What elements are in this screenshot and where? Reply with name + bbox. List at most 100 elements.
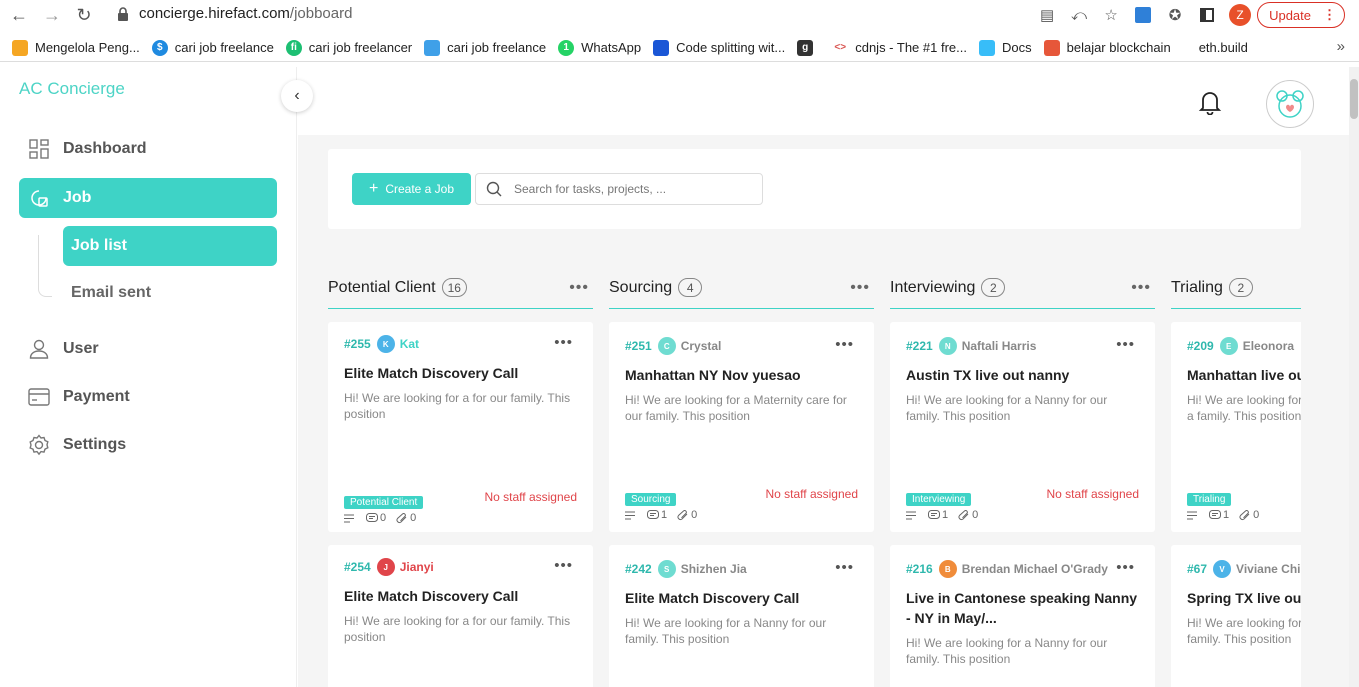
- tailwind-icon: [978, 39, 995, 56]
- more-icon[interactable]: •••: [835, 336, 854, 353]
- sidebar-item-job[interactable]: Job: [19, 178, 277, 218]
- app: AC Concierge Dashboard Job Job list Emai…: [0, 67, 1359, 687]
- sidebar-item-user[interactable]: User: [19, 329, 277, 369]
- bookmark-item[interactable]: 1 WhatsApp: [558, 39, 641, 56]
- url-path: /jobboard: [289, 5, 353, 22]
- search-field[interactable]: [475, 173, 763, 205]
- more-icon[interactable]: •••: [554, 557, 573, 574]
- owner-name: Naftali Harris: [961, 339, 1037, 353]
- profile-avatar[interactable]: Z: [1229, 4, 1252, 26]
- comment-icon: [1209, 509, 1221, 519]
- bookmark-item[interactable]: fi cari job freelancer: [285, 39, 412, 56]
- job-description: Hi! We are looking for a for our family.…: [344, 614, 571, 644]
- status-badge: Sourcing: [625, 493, 677, 506]
- create-job-button[interactable]: + Create a Job: [352, 173, 471, 205]
- whatsapp-icon: 1: [558, 39, 575, 56]
- staff-status: No staff assigned: [484, 490, 577, 504]
- reload-icon[interactable]: ↻: [69, 0, 99, 30]
- owner-avatar: B: [938, 560, 957, 578]
- bookmark-item[interactable]: g: [797, 39, 820, 56]
- side-panel-icon[interactable]: [1191, 8, 1223, 22]
- bookmark-item[interactable]: <> cdnjs - The #1 fre...: [832, 39, 967, 56]
- job-card[interactable]: #221 N Naftali Harris ••• Austin TX live o…: [890, 322, 1155, 532]
- chevron-double-right-icon[interactable]: »: [1337, 38, 1345, 55]
- bell-icon[interactable]: [1198, 89, 1222, 115]
- more-icon[interactable]: •••: [1131, 279, 1151, 297]
- star-icon[interactable]: ☆: [1095, 6, 1127, 24]
- owner-avatar: S: [657, 560, 676, 578]
- bookmark-item[interactable]: Code splitting wit...: [653, 39, 785, 56]
- bookmark-item[interactable]: Mengelola Peng...: [12, 39, 140, 56]
- job-title: Manhattan NY Nov yuesao: [625, 367, 801, 383]
- sidebar-item-email-sent[interactable]: Email sent: [63, 273, 277, 313]
- job-card[interactable]: #216 B Brendan Michael O'Grady ••• Live in…: [890, 545, 1155, 687]
- gear-icon: [28, 434, 50, 456]
- sidebar-item-dashboard[interactable]: Dashboard: [19, 129, 277, 169]
- avatar[interactable]: [1266, 80, 1314, 128]
- back-icon[interactable]: ←: [4, 0, 34, 30]
- column-title: Potential Client: [328, 278, 436, 296]
- sidebar-item-job-list[interactable]: Job list: [63, 226, 277, 266]
- job-icon: [28, 187, 50, 209]
- sidebar-item-label: Dashboard: [63, 140, 147, 157]
- job-description: Hi! We are looking for a Nanny for our f…: [906, 636, 1108, 666]
- bookmark-item[interactable]: $ cari job freelance: [151, 39, 274, 56]
- update-button[interactable]: Update ⋮: [1257, 2, 1345, 28]
- comment-count: 1: [1223, 509, 1230, 521]
- job-card[interactable]: #242 S Shizhen Jia ••• Elite Match Discove…: [609, 545, 874, 687]
- brand-logo[interactable]: AC Concierge: [19, 79, 125, 99]
- comment-icon: [366, 512, 378, 522]
- comment-count: 1: [661, 509, 668, 521]
- bookmark-item[interactable]: belajar blockchain: [1043, 39, 1171, 56]
- sidebar-item-settings[interactable]: Settings: [19, 425, 277, 465]
- search-input[interactable]: [514, 182, 744, 196]
- collapse-sidebar-button[interactable]: ‹: [281, 80, 313, 112]
- description-icon: [625, 511, 637, 520]
- puzzle-icon[interactable]: ✪: [1159, 6, 1191, 24]
- more-icon[interactable]: •••: [554, 334, 573, 351]
- description-icon: [344, 514, 356, 523]
- column-title: Sourcing: [609, 278, 673, 296]
- house-icon: [1043, 39, 1060, 56]
- job-card[interactable]: #251 C Crystal ••• Manhattan NY Nov yuesao…: [609, 322, 874, 532]
- job-card[interactable]: #67 V Viviane Chi Spring TX live out Hi! W…: [1171, 545, 1301, 687]
- owner-name: Shizhen Jia: [680, 562, 747, 576]
- job-card[interactable]: #255 K Kat ••• Elite Match Discovery Call …: [328, 322, 593, 532]
- bookmark-item[interactable]: cari job freelance: [424, 39, 546, 56]
- translate-icon[interactable]: ▤: [1031, 6, 1063, 24]
- job-card[interactable]: #209 E Eleonora Manhattan live out Hi! We …: [1171, 322, 1301, 532]
- attachment-count: 0: [972, 509, 979, 521]
- job-id: #221: [906, 339, 933, 353]
- description-icon: [1187, 511, 1199, 520]
- address-bar[interactable]: concierge.hirefact.com/jobboard: [117, 5, 352, 22]
- forward-icon[interactable]: →: [37, 0, 67, 30]
- job-id: #216: [906, 562, 933, 576]
- credit-card-icon: [28, 386, 50, 408]
- job-card[interactable]: #254 J Jianyi ••• Elite Match Discovery Ca…: [328, 545, 593, 687]
- comment-icon: [928, 509, 940, 519]
- job-id: #242: [625, 562, 652, 576]
- attachment-count: 0: [410, 512, 417, 524]
- grid-icon: [28, 138, 50, 160]
- more-icon[interactable]: •••: [569, 279, 589, 297]
- bookmark-item[interactable]: eth.build: [1199, 40, 1248, 55]
- top-bar: [298, 67, 1359, 135]
- paperclip-icon: [958, 509, 969, 520]
- more-icon[interactable]: •••: [1116, 559, 1135, 576]
- sidebar-item-payment[interactable]: Payment: [19, 377, 277, 417]
- description-icon: [906, 511, 918, 520]
- comment-icon: [647, 509, 659, 519]
- url-host: concierge.hirefact.com: [139, 5, 290, 22]
- more-icon[interactable]: •••: [1116, 336, 1135, 353]
- more-icon[interactable]: •••: [835, 559, 854, 576]
- scrollbar-thumb[interactable]: [1350, 79, 1358, 119]
- sidebar-item-label: Settings: [63, 436, 127, 453]
- page-scrollbar[interactable]: [1349, 67, 1359, 687]
- bookmark-item[interactable]: Docs: [978, 39, 1032, 56]
- job-description: Hi! We are looking for family. This posi…: [1187, 616, 1301, 646]
- share-icon[interactable]: ⤺: [1063, 7, 1095, 24]
- more-icon[interactable]: •••: [850, 279, 870, 297]
- owner-avatar: V: [1213, 560, 1232, 578]
- extension-icon[interactable]: [1127, 7, 1159, 23]
- board-column-trialing: Trialing 2 #209 E Eleonora Manhattan live …: [1171, 267, 1301, 687]
